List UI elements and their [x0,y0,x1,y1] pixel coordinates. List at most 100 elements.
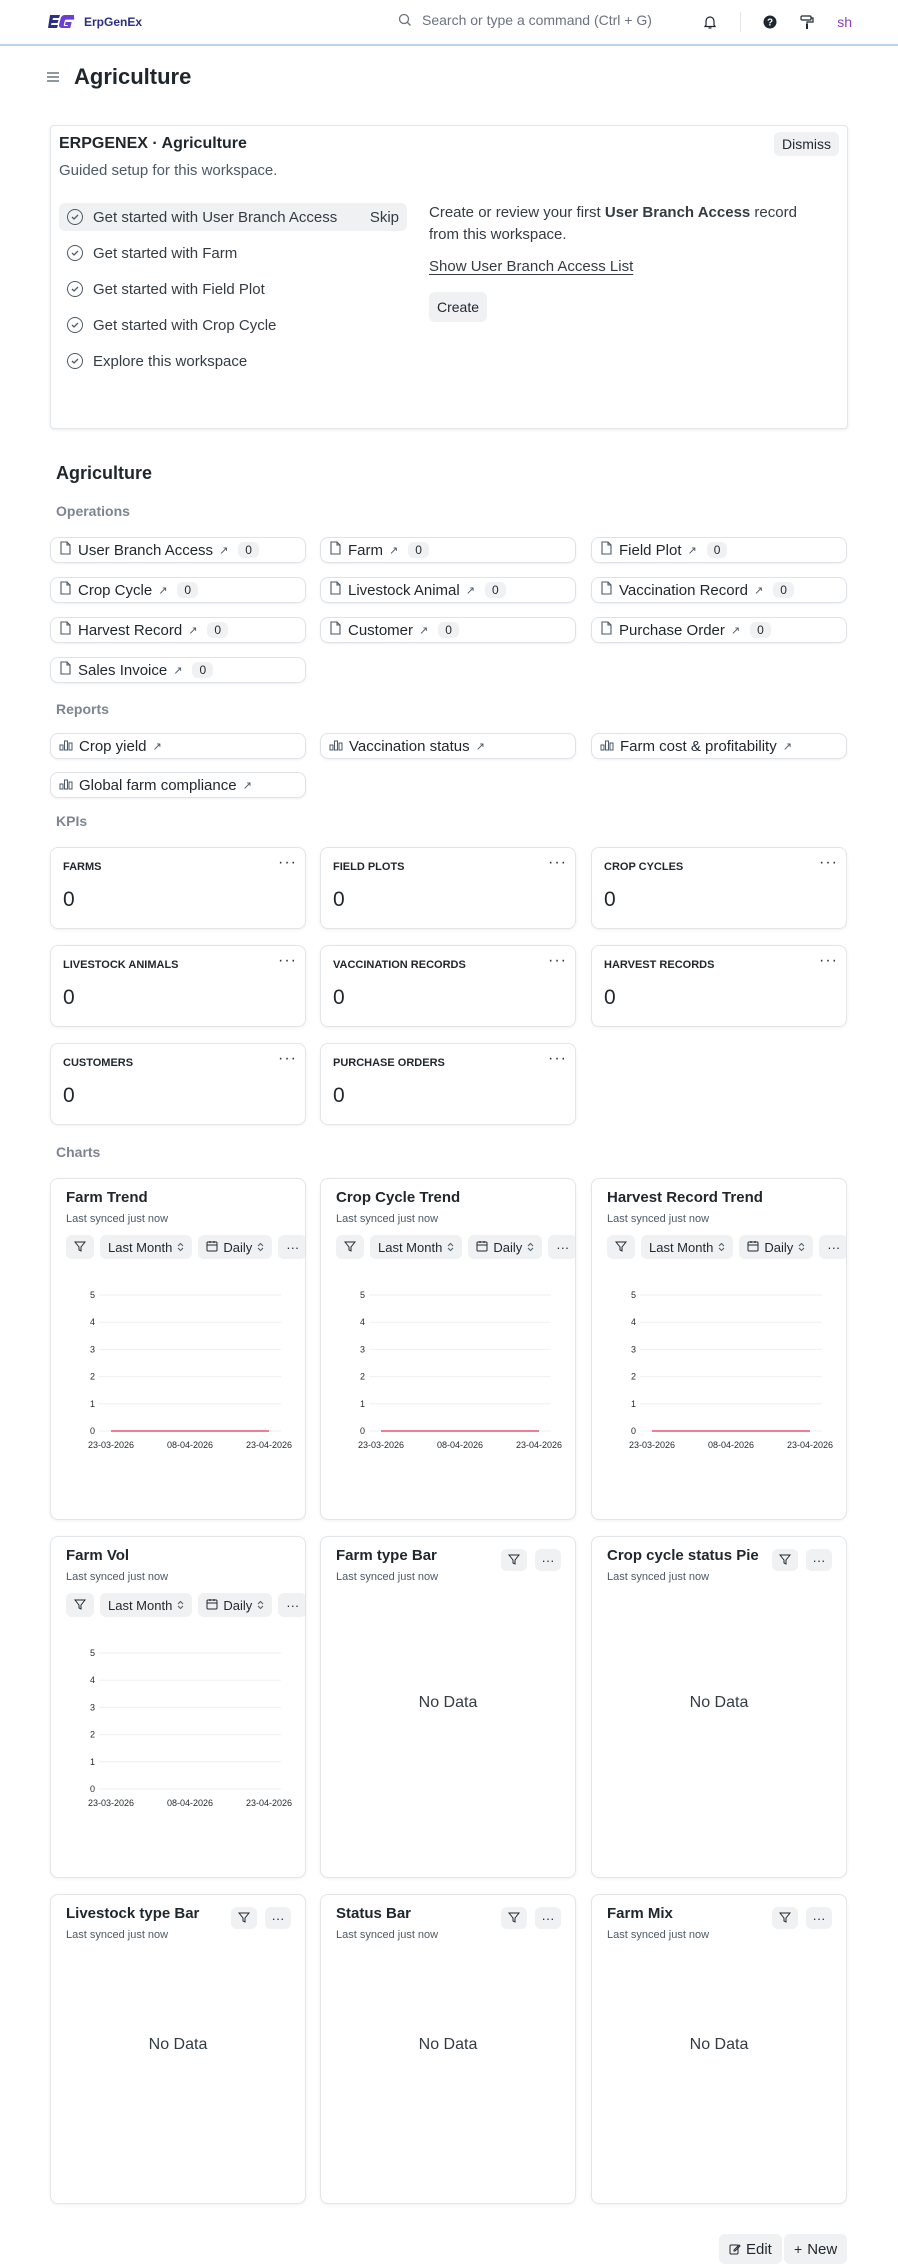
help-icon[interactable]: ? [763,15,777,29]
kpi-label: CROP CYCLES [604,861,684,873]
more-options-icon[interactable]: ··· [806,1907,832,1929]
filter-button[interactable] [501,1549,527,1571]
kpi-label: CUSTOMERS [63,1057,134,1069]
chart-title: Harvest Record Trend [607,1189,763,1206]
more-options-icon[interactable]: ··· [278,1050,297,1068]
y-tick-label: 3 [90,1344,95,1354]
more-options-icon[interactable]: ··· [548,1235,575,1259]
onboarding-step[interactable]: Get started with Field Plot [59,275,407,303]
search-input[interactable]: Search or type a command (Ctrl + G) [398,12,652,28]
shortcut-link[interactable]: User Branch Access ↗ 0 [50,537,306,563]
y-tick-label: 0 [360,1426,365,1436]
more-options-icon[interactable]: ··· [278,854,297,872]
more-options-icon[interactable]: ··· [806,1549,832,1571]
filter-button[interactable] [231,1907,257,1929]
kpi-card[interactable]: FIELD PLOTS 0 ··· [320,847,576,929]
more-options-icon[interactable]: ··· [819,1235,846,1259]
y-tick-label: 1 [360,1399,365,1409]
onboarding-step[interactable]: Get started with Farm [59,239,407,267]
filter-button[interactable] [607,1235,635,1259]
chart-card: Farm Mix Last synced just now ··· No Data [591,1894,847,2204]
range-label: Last Month [378,1239,443,1255]
x-tick-label: 23-04-2026 [246,1440,292,1450]
shortcut-link[interactable]: Customer ↗ 0 [320,617,576,643]
more-options-icon[interactable]: ··· [265,1907,291,1929]
interval-select[interactable]: Daily [739,1235,814,1259]
more-options-icon[interactable]: ··· [819,952,838,970]
shortcut-link[interactable]: Harvest Record ↗ 0 [50,617,306,643]
edit-button[interactable]: Edit [719,2234,782,2264]
svg-text:?: ? [767,18,773,29]
arrow-up-right-icon: ↗ [730,624,741,637]
y-tick-label: 2 [90,1730,95,1740]
interval-select[interactable]: Daily [198,1235,273,1259]
shortcut-link[interactable]: Vaccination Record ↗ 0 [591,577,847,603]
interval-select[interactable]: Daily [468,1235,543,1259]
more-options-icon[interactable]: ··· [278,1593,305,1617]
more-options-icon[interactable]: ··· [535,1907,561,1929]
y-tick-label: 3 [360,1344,365,1354]
report-link[interactable]: Global farm compliance ↗ [50,772,306,798]
onboarding-step[interactable]: Explore this workspace [59,347,407,375]
kpi-card[interactable]: CUSTOMERS 0 ··· [50,1043,306,1125]
onboarding-step[interactable]: Get started with Crop Cycle [59,311,407,339]
edit-label: Edit [746,2240,772,2258]
shortcut-link[interactable]: Farm ↗ 0 [320,537,576,563]
y-tick-label: 4 [90,1675,95,1685]
filter-button[interactable] [336,1235,364,1259]
filter-button[interactable] [66,1235,94,1259]
show-list-link[interactable]: Show User Branch Access List [429,256,829,278]
report-link[interactable]: Farm cost & profitability ↗ [591,733,847,759]
filter-button[interactable] [66,1593,94,1617]
more-options-icon[interactable]: ··· [278,1235,305,1259]
more-options-icon[interactable]: ··· [548,952,567,970]
shortcut-link[interactable]: Sales Invoice ↗ 0 [50,657,306,683]
arrow-up-right-icon: ↗ [475,740,485,753]
chart-filters: Last Month Daily ··· [66,1235,305,1259]
document-icon [59,661,72,679]
check-circle-icon [67,209,83,225]
more-options-icon[interactable]: ··· [819,854,838,872]
range-select[interactable]: Last Month [100,1235,193,1259]
avatar[interactable]: sh [837,14,852,30]
bell-icon[interactable] [702,14,718,30]
more-options-icon[interactable]: ··· [535,1549,561,1571]
shortcut-link[interactable]: Purchase Order ↗ 0 [591,617,847,643]
onboarding-step[interactable]: Get started with User Branch Access Skip [59,203,407,231]
kpi-card[interactable]: FARMS 0 ··· [50,847,306,929]
y-tick-label: 3 [90,1702,95,1712]
interval-select[interactable]: Daily [198,1593,273,1617]
onboarding-card: ERPGENEX · Agriculture Guided setup for … [50,125,848,429]
dismiss-button[interactable]: Dismiss [774,132,839,156]
brand-logo-link[interactable]: ErpGenEx [46,12,142,32]
filter-button[interactable] [501,1907,527,1929]
report-link[interactable]: Crop yield ↗ [50,733,306,759]
kpi-card[interactable]: VACCINATION RECORDS 0 ··· [320,945,576,1027]
document-icon [329,581,342,599]
range-select[interactable]: Last Month [100,1593,193,1617]
skip-button[interactable]: Skip [370,209,399,226]
filter-button[interactable] [772,1907,798,1929]
paint-roller-icon[interactable] [799,14,815,30]
shortcut-label: Field Plot [619,541,682,559]
more-options-icon[interactable]: ··· [548,1050,567,1068]
kpi-card[interactable]: HARVEST RECORDS 0 ··· [591,945,847,1027]
new-button[interactable]: + New [784,2234,848,2264]
more-options-icon[interactable]: ··· [548,854,567,872]
sidebar-toggle-icon[interactable] [46,70,60,84]
range-select[interactable]: Last Month [370,1235,463,1259]
filter-button[interactable] [772,1549,798,1571]
shortcut-label: Livestock Animal [348,581,460,599]
range-select[interactable]: Last Month [641,1235,734,1259]
kpi-card[interactable]: LIVESTOCK ANIMALS 0 ··· [50,945,306,1027]
report-link[interactable]: Vaccination status ↗ [320,733,576,759]
kpi-card[interactable]: PURCHASE ORDERS 0 ··· [320,1043,576,1125]
create-button[interactable]: Create [429,292,488,322]
brand-logo-icon [48,15,75,28]
shortcut-link[interactable]: Crop Cycle ↗ 0 [50,577,306,603]
kpi-card[interactable]: CROP CYCLES 0 ··· [591,847,847,929]
more-options-icon[interactable]: ··· [278,952,297,970]
no-data-text: No Data [418,1694,478,1711]
shortcut-link[interactable]: Livestock Animal ↗ 0 [320,577,576,603]
shortcut-link[interactable]: Field Plot ↗ 0 [591,537,847,563]
